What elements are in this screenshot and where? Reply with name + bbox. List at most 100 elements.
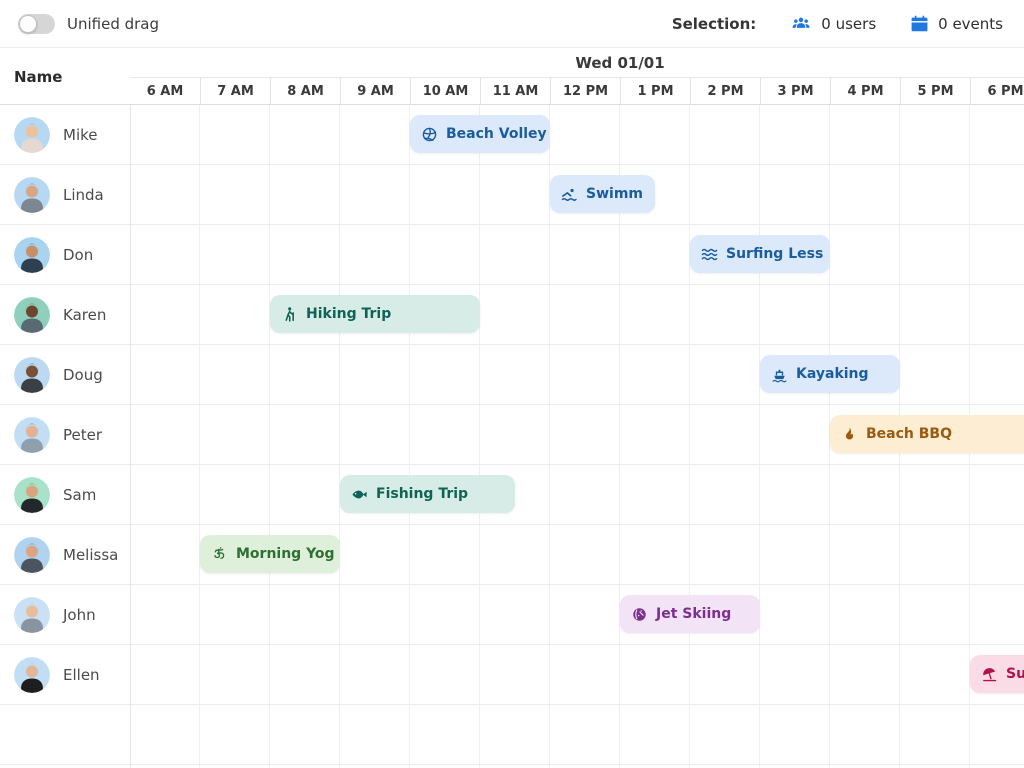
resource-row: Melissa Morning Yog (0, 525, 1024, 585)
resource-name: Linda (63, 186, 104, 204)
resource-row: John Jet Skiing (0, 585, 1024, 645)
event-label: Swimm (586, 186, 643, 202)
event-bar[interactable]: Hiking Trip (270, 295, 480, 333)
toolbar: Unified drag Selection: 0 users (0, 0, 1024, 48)
swimmer-icon (561, 186, 578, 203)
selection-label: Selection: (672, 15, 756, 33)
calendar-icon (910, 14, 929, 33)
resource-row: Peter Beach BBQ (0, 405, 1024, 465)
resource-row: Linda Swimm (0, 165, 1024, 225)
event-label: Fishing Trip (376, 486, 468, 502)
avatar (14, 477, 50, 513)
event-label: Beach Volley (446, 126, 547, 142)
schedule-lane[interactable]: Hiking Trip (130, 285, 1024, 344)
hour-tick: 4 PM (830, 78, 900, 104)
schedule-lane[interactable]: Beach BBQ (130, 405, 1024, 464)
resource-row: Doug Kayaking (0, 345, 1024, 405)
event-bar[interactable]: Jet Skiing (620, 595, 760, 633)
event-bar[interactable]: Swimm (550, 175, 655, 213)
schedule-lane[interactable]: Morning Yog (130, 525, 1024, 584)
toggle-knob (19, 15, 37, 33)
event-bar[interactable]: Su (970, 655, 1024, 693)
schedule-lane[interactable]: Swimm (130, 165, 1024, 224)
resource-cell: Linda (0, 165, 130, 224)
event-label: Surfing Less (726, 246, 823, 262)
avatar (14, 537, 50, 573)
users-count: 0 users (821, 15, 876, 33)
event-bar[interactable]: Beach Volley (410, 115, 550, 153)
hour-tick: 8 AM (270, 78, 340, 104)
hour-tick: 10 AM (410, 78, 480, 104)
resource-name: Ellen (63, 666, 100, 684)
hiker-icon (281, 306, 298, 323)
resource-name: Doug (63, 366, 103, 384)
avatar (14, 657, 50, 693)
volleyball-icon (421, 126, 438, 143)
resource-name: Peter (63, 426, 102, 444)
resource-cell: Don (0, 225, 130, 284)
name-column-divider (130, 105, 131, 768)
scheduler-body: Mike Beach Volley Linda Swimm Don Surfing Les… (0, 105, 1024, 768)
avatar (14, 177, 50, 213)
event-bar[interactable]: Morning Yog (200, 535, 340, 573)
resource-row: Don Surfing Less (0, 225, 1024, 285)
events-selection-chip: 0 events (910, 14, 1003, 33)
boat-icon (771, 366, 788, 383)
scheduler-header: Name Wed 01/01 6 AM7 AM8 AM9 AM10 AM11 A… (0, 48, 1024, 105)
resource-cell: Mike (0, 105, 130, 164)
waves-icon (701, 246, 718, 263)
event-bar[interactable]: Fishing Trip (340, 475, 515, 513)
hour-tick: 7 AM (200, 78, 270, 104)
schedule-lane[interactable]: Fishing Trip (130, 465, 1024, 524)
avatar (14, 117, 50, 153)
resource-cell: John (0, 585, 130, 644)
hour-tick: 6 AM (130, 78, 200, 104)
resource-cell: Doug (0, 345, 130, 404)
resource-cell: Sam (0, 465, 130, 524)
event-label: Hiking Trip (306, 306, 391, 322)
events-count: 0 events (938, 15, 1003, 33)
resource-row: Sam Fishing Trip (0, 465, 1024, 525)
event-bar[interactable]: Beach BBQ (830, 415, 1024, 453)
fish-icon (351, 486, 368, 503)
event-label: Kayaking (796, 366, 869, 382)
hour-tick: 9 AM (340, 78, 410, 104)
resource-row: Ellen Su (0, 645, 1024, 705)
avatar (14, 297, 50, 333)
avatar (14, 597, 50, 633)
om-icon (211, 546, 228, 563)
empty-row (0, 705, 1024, 765)
event-label: Jet Skiing (656, 606, 731, 622)
schedule-lane[interactable]: Su (130, 645, 1024, 704)
avatar (14, 417, 50, 453)
schedule-lane[interactable]: Jet Skiing (130, 585, 1024, 644)
flame-icon (841, 426, 858, 443)
hour-tick: 2 PM (690, 78, 760, 104)
resource-name: Don (63, 246, 93, 264)
event-label: Su (1006, 666, 1024, 682)
resource-name: Melissa (63, 546, 118, 564)
resource-name: John (63, 606, 96, 624)
schedule-lane[interactable]: Surfing Less (130, 225, 1024, 284)
resource-cell: Melissa (0, 525, 130, 584)
users-selection-chip: 0 users (790, 14, 876, 34)
event-bar[interactable]: Surfing Less (690, 235, 830, 273)
schedule-lane[interactable]: Kayaking (130, 345, 1024, 404)
event-bar[interactable]: Kayaking (760, 355, 900, 393)
unified-drag-label: Unified drag (67, 15, 159, 33)
hour-ticks-row: 6 AM7 AM8 AM9 AM10 AM11 AM12 PM1 PM2 PM3… (130, 78, 1024, 104)
jetski-icon (631, 606, 648, 623)
resource-name: Karen (63, 306, 106, 324)
date-header: Wed 01/01 (130, 48, 1024, 78)
hour-tick: 11 AM (480, 78, 550, 104)
avatar (14, 237, 50, 273)
name-column-header: Name (14, 48, 62, 105)
event-label: Beach BBQ (866, 426, 952, 442)
hour-tick: 3 PM (760, 78, 830, 104)
hour-tick: 6 PM (970, 78, 1024, 104)
avatar (14, 357, 50, 393)
date-header-row: Wed 01/01 (130, 48, 1024, 78)
schedule-lane[interactable]: Beach Volley (130, 105, 1024, 164)
unified-drag-toggle[interactable] (18, 14, 55, 34)
resource-cell: Karen (0, 285, 130, 344)
